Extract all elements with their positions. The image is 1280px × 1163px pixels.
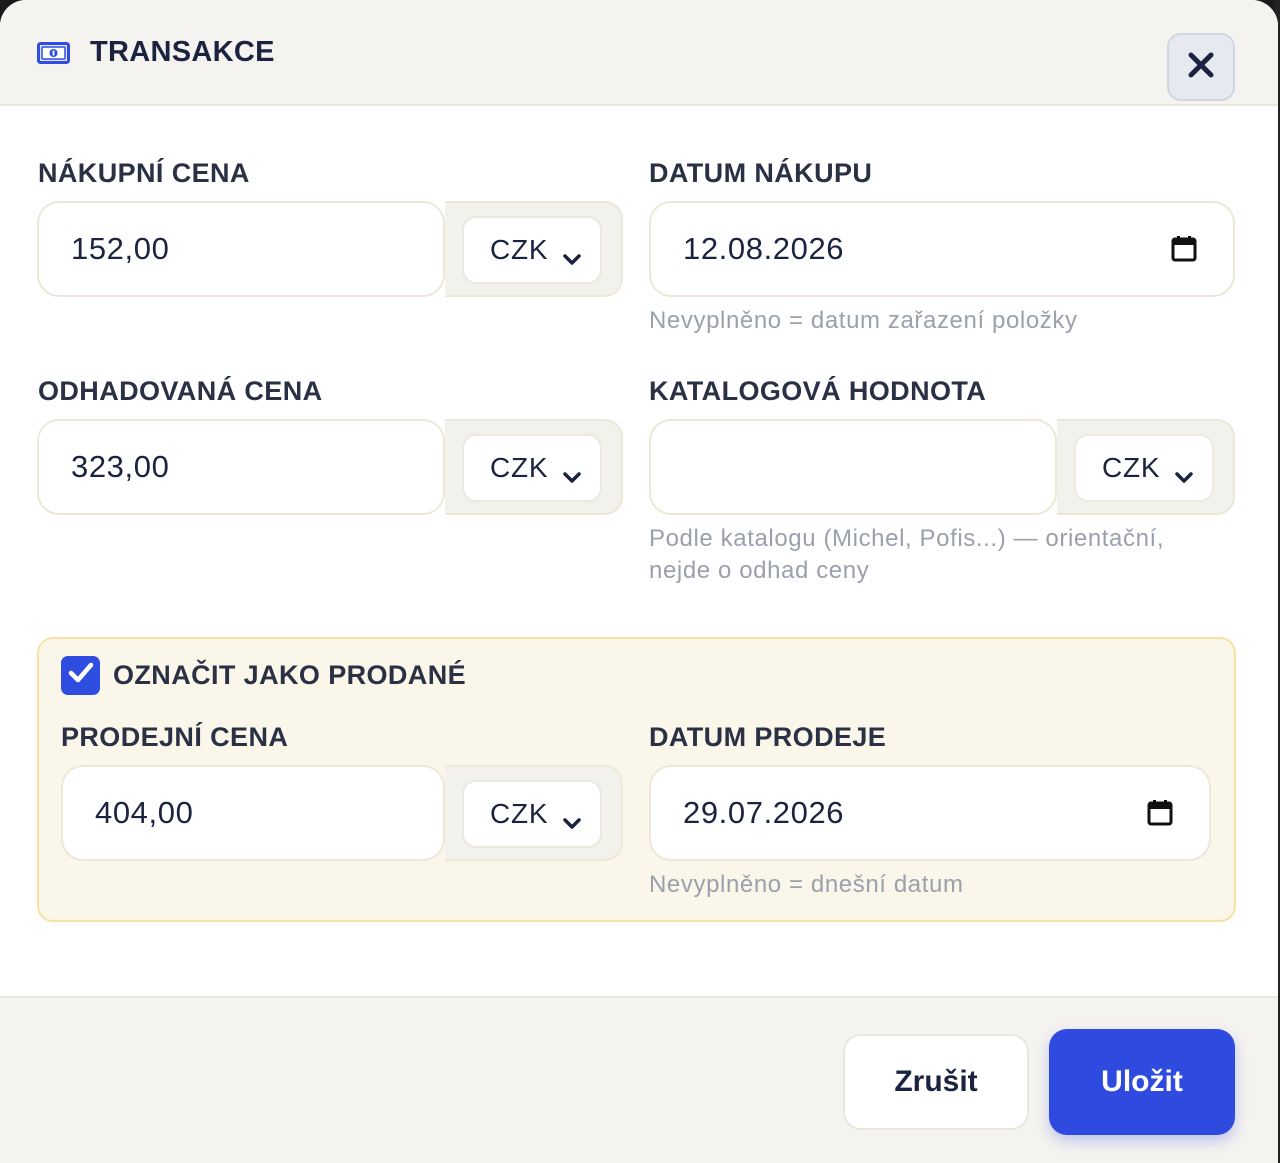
cancel-button[interactable]: Zrušit — [843, 1034, 1029, 1130]
close-icon — [1186, 50, 1216, 85]
purchase-date-value: 12.08.2026 — [683, 231, 845, 266]
sale-price-label: PRODEJNÍ CENA — [61, 722, 289, 752]
chevron-down-icon — [562, 460, 582, 492]
chevron-down-icon — [562, 242, 582, 274]
sale-date-label: DATUM PRODEJE — [649, 722, 887, 752]
banknote-icon — [37, 42, 70, 64]
catalog-value-input[interactable] — [649, 419, 1057, 515]
catalog-value-hint-line1: Podle katalogu (Michel, Pofis...) — orie… — [649, 525, 1165, 552]
catalog-currency-value: CZK — [1102, 452, 1161, 483]
sale-date-input[interactable]: 29.07.2026 — [649, 765, 1211, 861]
calendar-icon[interactable] — [1171, 235, 1197, 271]
save-button[interactable]: Uložit — [1049, 1029, 1235, 1135]
dialog-header: TRANSAKCE — [0, 0, 1278, 106]
chevron-down-icon — [562, 806, 582, 838]
purchase-date-input[interactable]: 12.08.2026 — [649, 201, 1235, 297]
estimated-price-input[interactable]: 323,00 — [37, 419, 445, 515]
purchase-price-value: 152,00 — [71, 231, 170, 266]
catalog-value-hint-line2: nejde o odhad ceny — [649, 557, 870, 584]
purchase-price-label: NÁKUPNÍ CENA — [38, 158, 250, 188]
purchase-price-input[interactable]: 152,00 — [37, 201, 445, 297]
mark-as-sold-label[interactable]: OZNAČIT JAKO PRODANÉ — [113, 660, 466, 691]
close-button[interactable] — [1167, 33, 1235, 101]
purchase-currency-group: CZK — [445, 201, 623, 297]
catalog-value-label: KATALOGOVÁ HODNOTA — [649, 376, 987, 406]
estimated-currency-group: CZK — [445, 419, 623, 515]
sale-currency-group: CZK — [445, 765, 623, 861]
chevron-down-icon — [1174, 460, 1194, 492]
sale-date-hint: Nevyplněno = dnešní datum — [649, 871, 964, 898]
estimated-currency-value: CZK — [490, 452, 549, 483]
sale-date-value: 29.07.2026 — [683, 795, 845, 830]
estimated-price-label: ODHADOVANÁ CENA — [38, 376, 323, 406]
dialog-title: TRANSAKCE — [90, 36, 275, 68]
purchase-date-label: DATUM NÁKUPU — [649, 158, 873, 188]
purchase-currency-select[interactable]: CZK — [462, 216, 602, 284]
purchase-date-hint: Nevyplněno = datum zařazení položky — [649, 307, 1078, 334]
estimated-price-value: 323,00 — [71, 449, 170, 484]
checkmark-icon — [67, 661, 95, 690]
catalog-currency-group: CZK — [1057, 419, 1235, 515]
calendar-icon[interactable] — [1147, 799, 1173, 835]
transaction-dialog: TRANSAKCE NÁKUPNÍ CENA 152,00 CZK DATUM … — [0, 0, 1278, 1163]
sale-price-value: 404,00 — [95, 795, 194, 830]
sale-price-input[interactable]: 404,00 — [61, 765, 445, 861]
sale-currency-value: CZK — [490, 798, 549, 829]
purchase-currency-value: CZK — [490, 234, 549, 265]
mark-as-sold-checkbox[interactable] — [61, 656, 100, 695]
sale-currency-select[interactable]: CZK — [462, 780, 602, 848]
catalog-currency-select[interactable]: CZK — [1074, 434, 1214, 502]
estimated-currency-select[interactable]: CZK — [462, 434, 602, 502]
